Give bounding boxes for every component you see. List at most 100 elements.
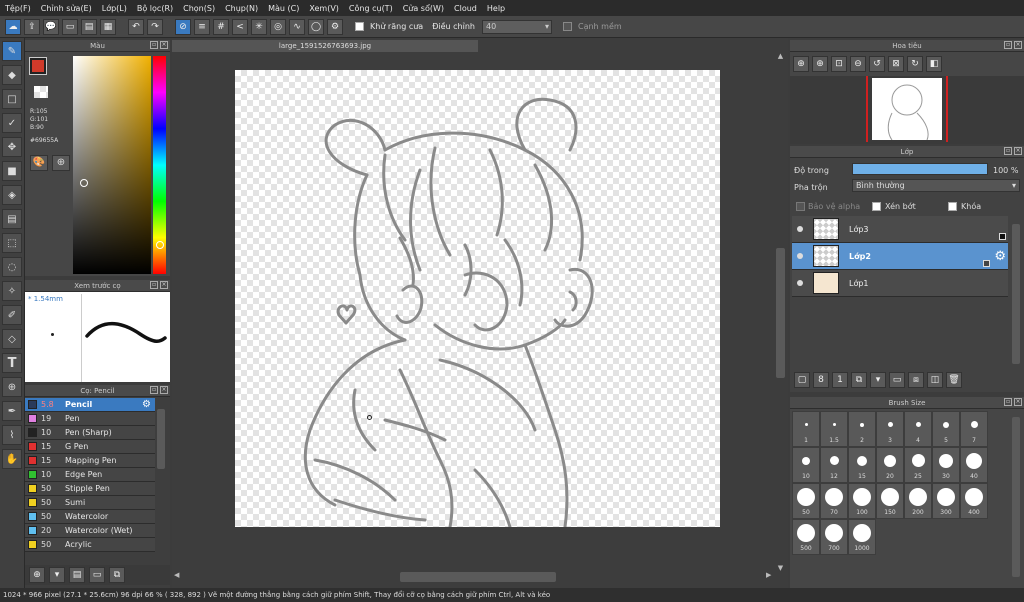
snap-radial-icon[interactable]: ✳: [251, 18, 267, 35]
menu-item[interactable]: Xem(V): [304, 4, 344, 13]
hue-cursor[interactable]: [156, 241, 164, 249]
menu-item[interactable]: Bộ lọc(R): [132, 4, 178, 13]
gradient-tool-icon[interactable]: ▤: [2, 209, 22, 229]
message-icon[interactable]: ▭: [62, 18, 78, 35]
opacity-slider[interactable]: [852, 163, 988, 175]
brush-size-cell[interactable]: 400: [960, 483, 988, 519]
menu-item[interactable]: Chụp(N): [220, 4, 263, 13]
palette-icon[interactable]: 🎨: [30, 155, 48, 171]
rect-select-tool-icon[interactable]: □: [2, 89, 22, 109]
new-layer-1bit-icon[interactable]: 1: [832, 372, 848, 388]
brush-size-cell[interactable]: 4: [904, 411, 932, 447]
brush-folder-icon[interactable]: ▭: [89, 567, 105, 583]
antialias-checkbox[interactable]: [355, 22, 364, 31]
flip-icon[interactable]: ◧: [926, 56, 942, 72]
menu-item[interactable]: Công cụ(T): [344, 4, 398, 13]
reset-icon[interactable]: ⊠: [888, 56, 904, 72]
visibility-eye-icon[interactable]: [797, 280, 803, 286]
bucket-tool-icon[interactable]: ◈: [2, 185, 22, 205]
brush-size-cell[interactable]: 2: [848, 411, 876, 447]
canvas-vscrollbar[interactable]: [776, 248, 785, 378]
duplicate-layer-icon[interactable]: ⧉: [851, 372, 867, 388]
brush-list-scrollbar[interactable]: [157, 409, 165, 469]
snap-curve-icon[interactable]: ∿: [289, 18, 305, 35]
main-color-swatch[interactable]: [29, 57, 47, 75]
layer-row-3[interactable]: Lớp3: [792, 216, 1008, 243]
brush-size-cell[interactable]: 200: [904, 483, 932, 519]
close-icon[interactable]: ×: [160, 386, 168, 394]
brush-size-cell[interactable]: 10: [792, 447, 820, 483]
brush-item[interactable]: 15 G Pen: [25, 440, 155, 454]
undock-icon[interactable]: ▫: [1004, 147, 1012, 155]
brush-copy-icon[interactable]: ⧉: [109, 567, 125, 583]
brush-size-cell[interactable]: 3: [876, 411, 904, 447]
brush-menu-icon[interactable]: ▤: [69, 567, 85, 583]
brush-size-cell[interactable]: 300: [932, 483, 960, 519]
close-icon[interactable]: ×: [160, 41, 168, 49]
import-icon[interactable]: ▾: [870, 372, 886, 388]
close-icon[interactable]: ×: [1014, 41, 1022, 49]
grid-icon[interactable]: ▦: [100, 18, 116, 35]
brush-size-cell[interactable]: 40: [960, 447, 988, 483]
undock-icon[interactable]: ▫: [150, 386, 158, 394]
close-icon[interactable]: ×: [1014, 147, 1022, 155]
layer-options-icon[interactable]: ◫: [927, 372, 943, 388]
folder-icon[interactable]: ▭: [889, 372, 905, 388]
layer-row-2[interactable]: Lớp2 ⚙: [792, 243, 1008, 270]
brush-item[interactable]: 50 Stipple Pen: [25, 482, 155, 496]
blend-select[interactable]: Bình thường ▾: [852, 179, 1020, 192]
scroll-right-icon[interactable]: ▶: [766, 571, 775, 581]
undock-icon[interactable]: ▫: [1004, 41, 1012, 49]
scroll-down-icon[interactable]: ▼: [776, 564, 785, 573]
layer-scrollbar[interactable]: [1012, 224, 1020, 364]
rotate-left-icon[interactable]: ↺: [869, 56, 885, 72]
menu-item[interactable]: Tệp(F): [0, 4, 36, 13]
brush-size-cell[interactable]: 12: [820, 447, 848, 483]
brush-size-cell[interactable]: 700: [820, 519, 848, 555]
hand-tool-icon[interactable]: ✋: [2, 449, 22, 469]
gear-icon[interactable]: ⚙: [142, 399, 151, 410]
brush-item[interactable]: 10 Pen (Sharp): [25, 426, 155, 440]
brush-size-cell[interactable]: 15: [848, 447, 876, 483]
canvas-hscrollbar[interactable]: [400, 572, 556, 582]
brush-size-cell[interactable]: 150: [876, 483, 904, 519]
menu-item[interactable]: Cloud: [449, 4, 482, 13]
menu-item[interactable]: Chỉnh sửa(E): [36, 4, 97, 13]
close-icon[interactable]: ×: [160, 281, 168, 289]
brush-options-icon[interactable]: ▾: [49, 567, 65, 583]
brush-size-cell[interactable]: 50: [792, 483, 820, 519]
menu-item[interactable]: Cửa sổ(W): [398, 4, 449, 13]
menu-item[interactable]: Help: [482, 4, 510, 13]
magic-wand-tool-icon[interactable]: ✧: [2, 281, 22, 301]
pencil-tool-icon[interactable]: ✎: [2, 41, 22, 61]
delete-layer-icon[interactable]: 🗑: [946, 372, 962, 388]
select-eraser-tool-icon[interactable]: ◇: [2, 329, 22, 349]
layout-icon[interactable]: ▤: [81, 18, 97, 35]
fit-icon[interactable]: ⊡: [831, 56, 847, 72]
transparent-swatch[interactable]: [34, 86, 48, 98]
move-tool-icon[interactable]: ✥: [2, 137, 22, 157]
fill-rect-tool-icon[interactable]: ■: [2, 161, 22, 181]
protect-alpha-checkbox[interactable]: [796, 202, 805, 211]
brush-item[interactable]: 50 Watercolor: [25, 510, 155, 524]
add-brush-icon[interactable]: ⊕: [29, 567, 45, 583]
brush-size-cell[interactable]: 100: [848, 483, 876, 519]
pen-tool-icon[interactable]: ✒: [2, 401, 22, 421]
clipping-checkbox[interactable]: [872, 202, 881, 211]
brush-size-cell[interactable]: 25: [904, 447, 932, 483]
undo-icon[interactable]: ↶: [128, 18, 144, 35]
select-tool-icon[interactable]: ⬚: [2, 233, 22, 253]
soft-edge-checkbox[interactable]: [562, 22, 572, 31]
brush-size-cell[interactable]: 5: [932, 411, 960, 447]
gear-icon[interactable]: ⚙: [994, 249, 1006, 264]
eyedropper-tool-icon[interactable]: ⌇: [2, 425, 22, 445]
merge-icon[interactable]: ⧈: [908, 372, 924, 388]
visibility-eye-icon[interactable]: [797, 226, 803, 232]
snap-off-icon[interactable]: ⊘: [175, 18, 191, 35]
brush-item[interactable]: 20 Watercolor (Wet): [25, 524, 155, 538]
brush-item[interactable]: 50 Acrylic: [25, 538, 155, 552]
export-icon[interactable]: ⇪: [24, 18, 40, 35]
eraser-tool-icon[interactable]: ◆: [2, 65, 22, 85]
snap-circle-icon[interactable]: ◎: [270, 18, 286, 35]
saturation-value-picker[interactable]: [73, 56, 151, 274]
